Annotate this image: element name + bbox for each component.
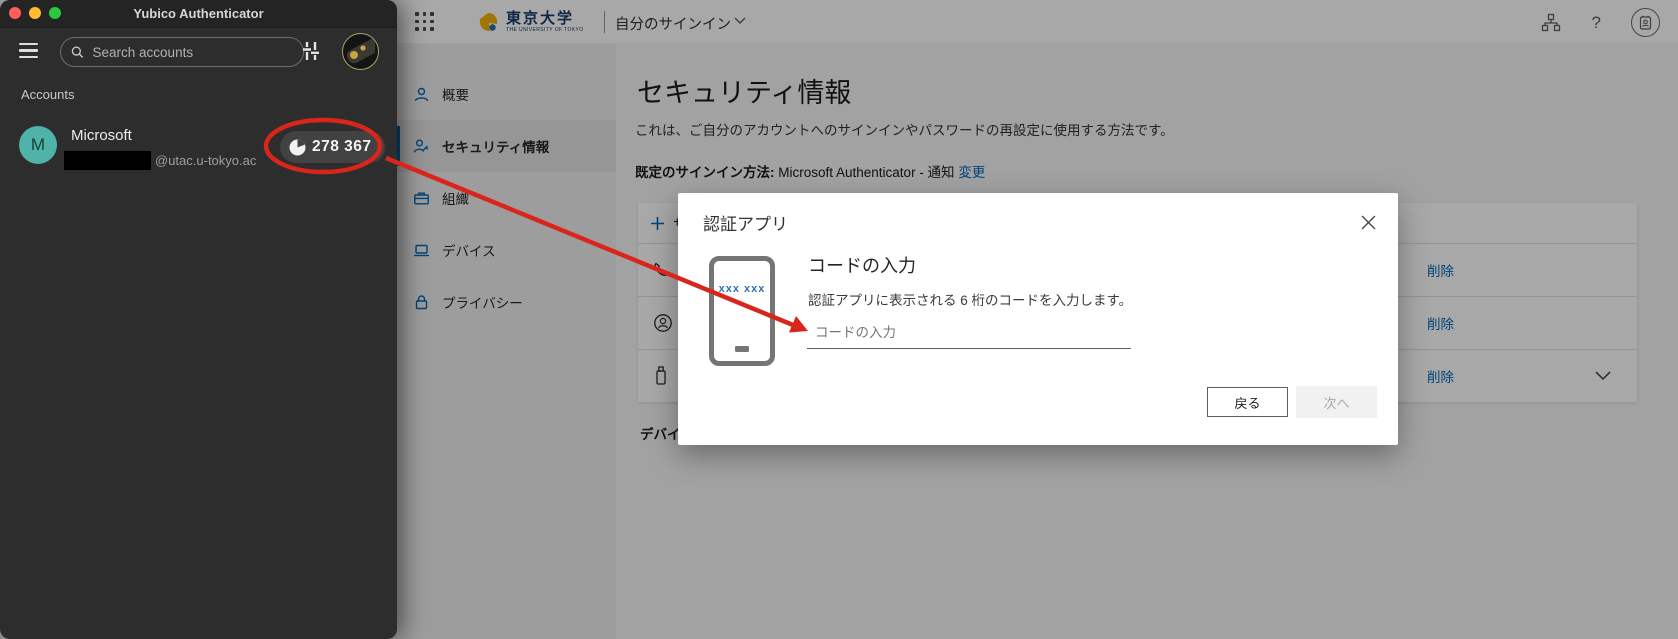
account-initial: M xyxy=(31,135,45,155)
authenticator-app-dialog: 認証アプリ xxx xxx コードの入力 認証アプリに表示される 6 桁のコード… xyxy=(678,193,1398,445)
phone-home-button xyxy=(735,346,749,352)
menu-hamburger-icon[interactable] xyxy=(19,43,38,62)
yubikey-avatar[interactable] xyxy=(342,33,379,70)
search-input[interactable] xyxy=(91,44,293,61)
totp-code-chip[interactable]: 278 367 xyxy=(280,131,385,163)
totp-code: 278 367 xyxy=(312,138,372,156)
close-icon[interactable] xyxy=(1358,212,1378,232)
redacted-username-box xyxy=(64,151,151,170)
account-list-item[interactable]: M Microsoft @utac.u-tokyo.ac 278 367 xyxy=(0,118,397,176)
enter-code-description: 認証アプリに表示される 6 桁のコードを入力します。 xyxy=(808,289,1132,309)
window-title: Yubico Authenticator xyxy=(0,6,397,21)
search-accounts-field[interactable] xyxy=(60,37,304,67)
account-issuer: Microsoft xyxy=(71,127,132,144)
filter-tune-icon[interactable] xyxy=(299,41,323,61)
timer-pie-icon xyxy=(289,139,306,156)
back-button[interactable]: 戻る xyxy=(1207,387,1288,417)
search-icon xyxy=(71,45,84,59)
code-input[interactable] xyxy=(807,319,1131,349)
accounts-section-label: Accounts xyxy=(21,87,74,102)
account-avatar: M xyxy=(19,126,57,164)
dialog-title: 認証アプリ xyxy=(703,210,788,235)
yubico-authenticator-window: Yubico Authenticator Accounts M Microsof… xyxy=(0,0,397,639)
phone-illustration: xxx xxx xyxy=(709,256,775,366)
next-button-disabled[interactable]: 次へ xyxy=(1296,386,1377,418)
phone-code-placeholder: xxx xxx xyxy=(714,283,770,295)
enter-code-heading: コードの入力 xyxy=(808,252,916,278)
yubico-titlebar: Yubico Authenticator xyxy=(0,0,397,28)
